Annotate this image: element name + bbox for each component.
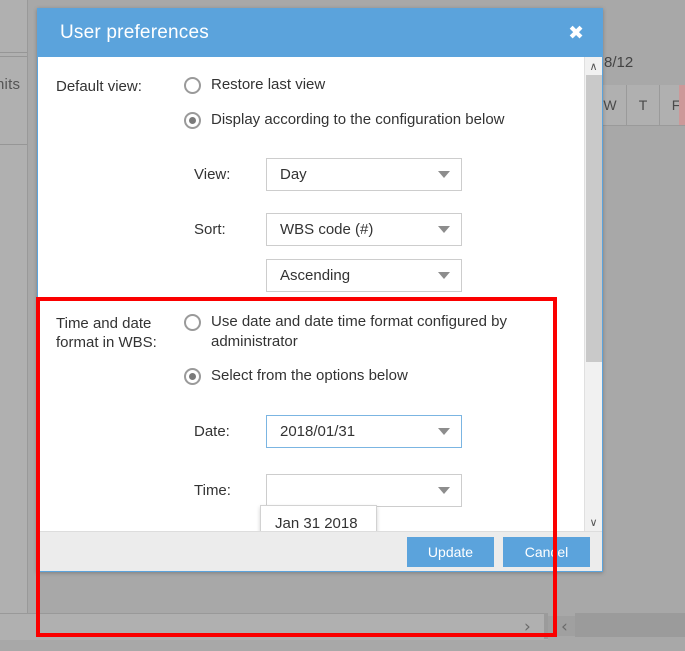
radio-option-select-below[interactable]: Select from the options below [184,366,602,386]
view-field-label: View: [194,166,231,183]
view-select[interactable]: Day [266,158,462,191]
sort-select[interactable]: WBS code (#) [266,213,462,246]
default-view-options: Restore last view Display according to t… [184,75,602,144]
radio-label-restore-last-view: Restore last view [211,76,326,93]
sort-select-value: WBS code (#) [280,221,374,238]
view-select-value: Day [280,166,307,183]
sort-direction-select[interactable]: Ascending [266,259,462,292]
background-day-header-row: W T F S [593,85,685,125]
chevron-down-icon-date [438,427,450,435]
radio-option-admin-format[interactable]: Use date and date time format configured… [184,312,602,351]
time-date-format-label: Time and date format in WBS: [56,315,157,351]
sort-field-label: Sort: [194,221,226,238]
time-format-select[interactable] [266,473,462,507]
chevron-down-icon-time [438,486,450,494]
date-field-label: Date: [194,422,230,440]
default-view-label: Default view: [56,78,142,95]
cancel-button[interactable]: Cancel [503,536,590,567]
radio-icon-restore-last-view[interactable] [184,77,201,94]
background-day-cell-t: T [626,85,659,125]
background-calendar-date: 8/12 [604,54,634,71]
radio-icon-display-configuration[interactable] [184,111,201,129]
background-bottom-right-strip [575,613,685,637]
preferences-form: Default view: Restore last view Display … [38,57,602,507]
scrollbar-thumb[interactable] [586,75,602,362]
background-divider-1 [0,52,27,53]
time-date-format-options: Use date and date time format configured… [184,312,602,401]
dialog-footer: Update Cancel [38,531,602,571]
background-divider-3 [0,144,27,145]
radio-icon-admin-format[interactable] [184,314,201,331]
chevron-left-icon[interactable]: ‹ [561,617,568,637]
background-divider-2 [0,56,27,57]
radio-icon-select-below[interactable] [184,368,201,385]
dialog-body: Default view: Restore last view Display … [38,57,602,531]
chevron-down-icon-sort-direction [438,272,450,279]
background-splitter-handle[interactable] [544,613,548,639]
default-view-fields: View: Day Sort: WBS code (#) Ascending [56,158,602,292]
radio-label-admin-format: Use date and date time format configured… [211,313,508,350]
date-field-row: Date: 2018/01/31 [194,414,602,448]
dialog-vertical-scrollbar[interactable]: ∧ ∨ [584,57,602,531]
default-view-section: Default view: Restore last view Display … [56,75,602,144]
date-format-select[interactable]: 2018/01/31 [266,414,462,448]
radio-option-restore-last-view[interactable]: Restore last view [184,75,602,95]
close-icon[interactable]: ✖ [568,23,584,43]
dialog-title: User preferences [60,22,209,43]
date-format-dropdown-list[interactable]: Jan 31 2018 01/31/2018 31 Jan 2018 31/01… [260,505,377,531]
chevron-right-icon[interactable]: › [524,617,531,637]
scroll-down-icon[interactable]: ∨ [585,513,602,531]
view-field-row: View: Day [194,158,602,191]
scroll-up-icon[interactable]: ∧ [585,57,602,75]
dialog-header: User preferences ✖ [38,9,602,57]
time-field-row: Time: [194,473,602,507]
radio-option-display-configuration[interactable]: Display according to the configuration b… [184,110,602,130]
sort-direction-field-row: Ascending [194,259,602,292]
time-date-format-section: Time and date format in WBS: Use date an… [56,312,602,401]
date-option-jan-31-2018[interactable]: Jan 31 2018 [261,506,376,531]
background-horizontal-scrollbar[interactable] [0,613,548,640]
background-left-panel [0,0,28,622]
time-field-label: Time: [194,481,231,499]
date-format-select-value: 2018/01/31 [280,422,356,440]
radio-label-select-below: Select from the options below [211,367,408,384]
sort-field-row: Sort: WBS code (#) [194,213,602,246]
sort-direction-select-value: Ascending [280,267,351,284]
chevron-down-icon-view [438,171,450,178]
background-day-header-underline [593,125,685,126]
chevron-down-icon-sort [438,226,450,233]
background-units-label: nits [0,76,21,93]
background-weekend-marker [679,85,685,125]
update-button[interactable]: Update [407,536,494,567]
time-date-format-fields: Date: 2018/01/31 Time: [56,414,602,507]
radio-label-display-configuration: Display according to the configuration b… [211,110,505,128]
user-preferences-dialog: User preferences ✖ Default view: Restore… [37,8,603,572]
